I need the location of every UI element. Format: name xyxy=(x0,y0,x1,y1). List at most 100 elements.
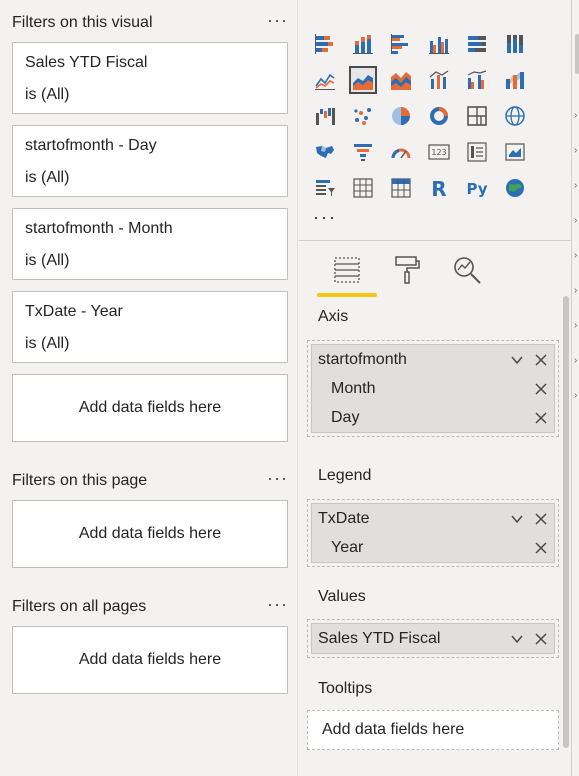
slicer-icon[interactable] xyxy=(311,174,339,202)
line-and-stacked-column-chart-icon[interactable] xyxy=(425,66,453,94)
donut-chart-icon[interactable] xyxy=(425,102,453,130)
waterfall-chart-icon[interactable] xyxy=(311,102,339,130)
more-options-icon[interactable]: ··· xyxy=(267,10,288,31)
visual-gallery: 123 R Py xyxy=(311,30,555,202)
visualizations-pane: 123 R Py ··· Axis startofmonth Month Day… xyxy=(299,0,571,776)
axis-well[interactable]: startofmonth Month Day xyxy=(307,340,559,437)
treemap-icon[interactable] xyxy=(463,102,491,130)
visualizations-scrollbar[interactable] xyxy=(563,296,569,748)
filter-card-sales-ytd-fiscal[interactable]: Sales YTD Fiscal is (All) xyxy=(12,42,288,114)
more-options-icon[interactable]: ··· xyxy=(267,468,288,489)
expand-chevron-icon[interactable]: › xyxy=(574,355,577,366)
filters-on-page-title: Filters on this page xyxy=(12,472,148,489)
values-field-row[interactable]: Sales YTD Fiscal xyxy=(312,624,554,653)
more-visuals-icon[interactable]: ··· xyxy=(313,207,337,228)
filters-on-all-pages-title: Filters on all pages xyxy=(12,598,147,615)
more-options-icon[interactable]: ··· xyxy=(267,594,288,615)
svg-text:R: R xyxy=(431,177,446,199)
filled-map-icon[interactable] xyxy=(311,138,339,166)
legend-group-row[interactable]: TxDate xyxy=(312,504,554,533)
filter-card-txdate-year[interactable]: TxDate - Year is (All) xyxy=(12,291,288,363)
filters-on-visual-title: Filters on this visual xyxy=(12,14,153,31)
values-field[interactable]: Sales YTD Fiscal xyxy=(311,623,555,654)
tooltips-well-label: Tooltips xyxy=(318,680,373,697)
pie-chart-icon[interactable] xyxy=(387,102,415,130)
close-icon[interactable] xyxy=(532,510,550,528)
ribbon-chart-icon[interactable] xyxy=(501,66,529,94)
legend-child-row-year[interactable]: Year xyxy=(312,533,554,562)
chevron-down-icon[interactable] xyxy=(508,630,526,648)
filters-on-page-header: Filters on this page ··· xyxy=(12,468,288,492)
filter-card-state: is (All) xyxy=(25,335,70,352)
filter-card-startofmonth-month[interactable]: startofmonth - Month is (All) xyxy=(12,208,288,280)
page-filters-dropzone[interactable]: Add data fields here xyxy=(12,500,288,568)
close-icon[interactable] xyxy=(532,380,550,398)
all-pages-filters-dropzone[interactable]: Add data fields here xyxy=(12,626,288,694)
legend-group-name: TxDate xyxy=(318,509,370,527)
filter-card-title: TxDate - Year xyxy=(25,303,123,320)
expand-chevron-icon[interactable]: › xyxy=(574,145,577,156)
scatter-chart-icon[interactable] xyxy=(349,102,377,130)
legend-field-group[interactable]: TxDate Year xyxy=(311,503,555,563)
arcgis-map-icon[interactable] xyxy=(501,174,529,202)
analytics-magnifier-icon[interactable] xyxy=(447,252,487,288)
gauge-icon[interactable] xyxy=(387,138,415,166)
tooltips-dropzone[interactable]: Add data fields here xyxy=(307,710,559,750)
filter-card-title: startofmonth - Day xyxy=(25,137,157,154)
pane-divider xyxy=(299,240,571,241)
area-chart-icon[interactable] xyxy=(349,66,377,94)
axis-well-label: Axis xyxy=(318,308,349,325)
values-well[interactable]: Sales YTD Fiscal xyxy=(307,619,559,658)
close-icon[interactable] xyxy=(532,409,550,427)
kpi-icon[interactable] xyxy=(501,138,529,166)
close-icon[interactable] xyxy=(532,630,550,648)
format-paint-roller-icon[interactable] xyxy=(387,252,427,288)
line-chart-icon[interactable] xyxy=(311,66,339,94)
python-visual-icon[interactable]: Py xyxy=(463,174,491,202)
close-icon[interactable] xyxy=(532,539,550,557)
axis-group-name: startofmonth xyxy=(318,350,407,368)
card-icon[interactable]: 123 xyxy=(425,138,453,166)
funnel-icon[interactable] xyxy=(349,138,377,166)
filter-card-state: is (All) xyxy=(25,86,70,103)
fields-tab-icon[interactable] xyxy=(327,252,367,288)
stacked-bar-chart-icon[interactable] xyxy=(311,30,339,58)
map-icon[interactable] xyxy=(501,102,529,130)
filters-pane: Filters on this visual ··· Sales YTD Fis… xyxy=(0,0,298,776)
expand-chevron-icon[interactable]: › xyxy=(574,215,577,226)
table-icon[interactable] xyxy=(349,174,377,202)
axis-child-row-day[interactable]: Day xyxy=(312,403,554,432)
legend-well-label: Legend xyxy=(318,467,372,484)
filter-card-state: is (All) xyxy=(25,252,70,269)
100-stacked-column-chart-icon[interactable] xyxy=(501,30,529,58)
r-visual-icon[interactable]: R xyxy=(425,174,453,202)
expand-chevron-icon[interactable]: › xyxy=(574,110,577,121)
chevron-down-icon[interactable] xyxy=(508,510,526,528)
expand-chevron-icon[interactable]: › xyxy=(574,390,577,401)
line-and-clustered-column-chart-icon[interactable] xyxy=(463,66,491,94)
stacked-area-chart-icon[interactable] xyxy=(387,66,415,94)
chevron-down-icon[interactable] xyxy=(508,351,526,369)
legend-well[interactable]: TxDate Year xyxy=(307,499,559,567)
clustered-column-chart-icon[interactable] xyxy=(425,30,453,58)
stacked-column-chart-icon[interactable] xyxy=(349,30,377,58)
axis-group-row[interactable]: startofmonth xyxy=(312,345,554,374)
filter-card-state: is (All) xyxy=(25,169,70,186)
100-stacked-bar-chart-icon[interactable] xyxy=(463,30,491,58)
visual-filters-dropzone[interactable]: Add data fields here xyxy=(12,374,288,442)
matrix-icon[interactable] xyxy=(387,174,415,202)
axis-child-name: Month xyxy=(331,379,376,397)
axis-child-row-month[interactable]: Month xyxy=(312,374,554,403)
expand-chevron-icon[interactable]: › xyxy=(574,285,577,296)
axis-field-group[interactable]: startofmonth Month Day xyxy=(311,344,555,433)
fields-pane-scrollbar[interactable] xyxy=(575,34,579,74)
multi-row-card-icon[interactable] xyxy=(463,138,491,166)
values-well-label: Values xyxy=(318,588,366,605)
expand-chevron-icon[interactable]: › xyxy=(574,320,577,331)
close-icon[interactable] xyxy=(532,351,550,369)
expand-chevron-icon[interactable]: › xyxy=(574,250,577,261)
filter-card-startofmonth-day[interactable]: startofmonth - Day is (All) xyxy=(12,125,288,197)
expand-chevron-icon[interactable]: › xyxy=(574,180,577,191)
clustered-bar-chart-icon[interactable] xyxy=(387,30,415,58)
values-field-name: Sales YTD Fiscal xyxy=(318,629,441,647)
